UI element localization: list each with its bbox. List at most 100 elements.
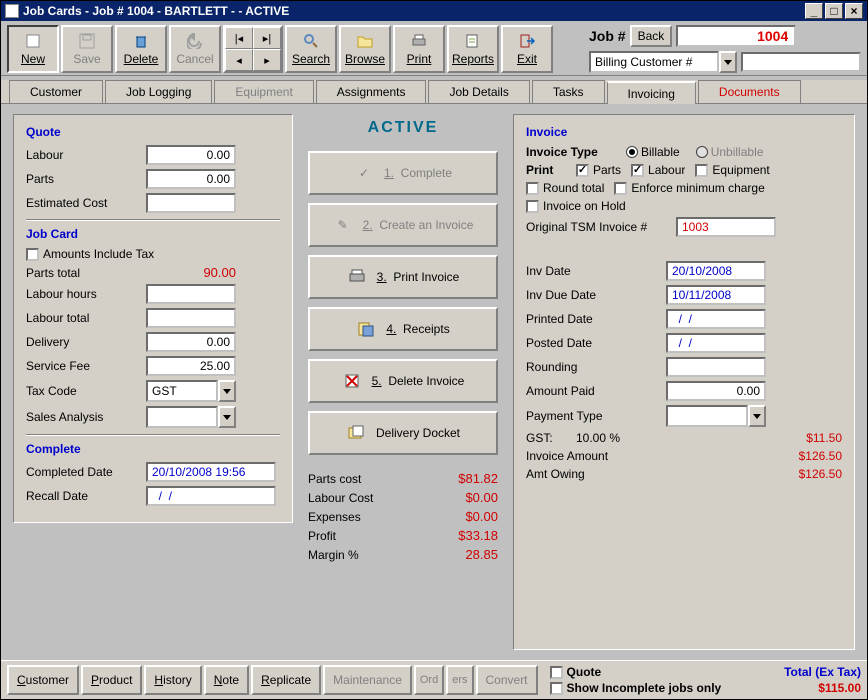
chevron-down-icon[interactable] [218, 380, 236, 402]
pencil-icon: ✎ [333, 215, 353, 235]
window-title: Job Cards - Job # 1004 - BARTLETT - - AC… [23, 4, 289, 18]
service-fee[interactable] [146, 356, 236, 376]
nav-first[interactable]: |◂ [225, 27, 253, 49]
printer-icon [410, 32, 428, 50]
delete-icon [342, 371, 362, 391]
content-area: Quote Labour Parts Estimated Cost Job Ca… [1, 104, 867, 660]
chevron-down-icon[interactable] [748, 405, 766, 427]
print-parts-checkbox[interactable]: ✓ [576, 164, 589, 177]
search-icon [302, 32, 320, 50]
recall-date[interactable] [146, 486, 276, 506]
round-total-checkbox[interactable] [526, 182, 539, 195]
bottom-convert[interactable]: Convert [476, 665, 538, 695]
tab-invoicing[interactable]: Invoicing [607, 81, 696, 104]
exit-icon [518, 32, 536, 50]
app-icon [5, 4, 19, 18]
tab-equipment[interactable]: Equipment [214, 80, 313, 103]
tab-job-logging[interactable]: Job Logging [105, 80, 212, 103]
nav-prev[interactable]: ◂ [225, 49, 253, 71]
mid-stats: Parts cost$81.82 Labour Cost$0.00 Expens… [308, 467, 498, 566]
browse-button[interactable]: Browse [339, 25, 391, 73]
delivery-docket-button[interactable]: Delivery Docket [308, 411, 498, 455]
bottom-incomplete-checkbox[interactable] [550, 682, 563, 695]
print-equipment-checkbox[interactable] [695, 164, 708, 177]
print-labour-checkbox[interactable]: ✓ [631, 164, 644, 177]
total-value: $115.00 [781, 681, 861, 695]
tab-documents[interactable]: Documents [698, 80, 801, 103]
reports-icon [464, 32, 482, 50]
save-button[interactable]: Save [61, 25, 113, 73]
print-icon [347, 267, 367, 287]
print-invoice-button[interactable]: 3. Print Invoice [308, 255, 498, 299]
left-panel: Quote Labour Parts Estimated Cost Job Ca… [13, 114, 293, 523]
complete-button[interactable]: ✓ 1. Complete [308, 151, 498, 195]
bottom-history[interactable]: History [144, 665, 201, 695]
amount-paid[interactable] [666, 381, 766, 401]
docket-icon [346, 423, 366, 443]
rounding-field[interactable] [666, 357, 766, 377]
job-number-field[interactable] [676, 25, 796, 47]
billable-radio[interactable] [626, 146, 638, 158]
inv-due-date[interactable] [666, 285, 766, 305]
complete-title: Complete [26, 442, 280, 456]
chevron-down-icon[interactable] [218, 406, 236, 428]
bottom-orders-b[interactable]: ers [446, 665, 473, 695]
jobnum-label: Job # [589, 28, 626, 44]
labour-hours[interactable] [146, 284, 236, 304]
amounts-include-tax-checkbox[interactable] [26, 248, 39, 261]
status-badge: ACTIVE [368, 119, 439, 137]
unbillable-radio[interactable] [696, 146, 708, 158]
save-icon [78, 32, 96, 50]
original-invoice-field[interactable] [676, 217, 776, 237]
quote-labour[interactable] [146, 145, 236, 165]
reports-button[interactable]: Reports [447, 25, 499, 73]
invoice-hold-checkbox[interactable] [526, 200, 539, 213]
invoice-title: Invoice [526, 125, 842, 139]
tax-code-combo[interactable] [146, 380, 236, 402]
bottom-maintenance[interactable]: Maintenance [323, 665, 412, 695]
enforce-min-checkbox[interactable] [614, 182, 627, 195]
bottom-customer[interactable]: Customer [7, 665, 79, 695]
chevron-down-icon[interactable] [719, 51, 737, 73]
exit-button[interactable]: Exit [501, 25, 553, 73]
bottom-orders-a[interactable]: Ord [414, 665, 444, 695]
inv-date[interactable] [666, 261, 766, 281]
nav-last[interactable]: ▸| [253, 27, 281, 49]
main-toolbar: New Save Delete Cancel |◂ ▸| ◂ ▸ Search … [1, 21, 867, 76]
new-button[interactable]: New [7, 25, 59, 73]
billing-filter-value[interactable] [741, 52, 861, 72]
cancel-button[interactable]: Cancel [169, 25, 221, 73]
create-invoice-button[interactable]: ✎ 2. Create an Invoice [308, 203, 498, 247]
delete-invoice-button[interactable]: 5. Delete Invoice [308, 359, 498, 403]
posted-date[interactable] [666, 333, 766, 353]
payment-type-combo[interactable] [666, 405, 766, 427]
sales-analysis-combo[interactable] [146, 406, 236, 428]
tab-customer[interactable]: Customer [9, 80, 103, 103]
delete-button[interactable]: Delete [115, 25, 167, 73]
tab-bar: Customer Job Logging Equipment Assignmen… [1, 80, 867, 104]
quote-estcost[interactable] [146, 193, 236, 213]
bottom-replicate[interactable]: Replicate [251, 665, 321, 695]
tab-assignments[interactable]: Assignments [316, 80, 427, 103]
close-button[interactable]: × [845, 3, 863, 19]
print-button[interactable]: Print [393, 25, 445, 73]
printed-date[interactable] [666, 309, 766, 329]
quote-parts[interactable] [146, 169, 236, 189]
tab-job-details[interactable]: Job Details [428, 80, 529, 103]
completed-date[interactable] [146, 462, 276, 482]
labour-total[interactable] [146, 308, 236, 328]
tab-tasks[interactable]: Tasks [532, 80, 605, 103]
trash-icon [132, 32, 150, 50]
back-button[interactable]: Back [630, 25, 673, 47]
nav-next[interactable]: ▸ [253, 49, 281, 71]
search-button[interactable]: Search [285, 25, 337, 73]
bottom-quote-checkbox[interactable] [550, 666, 563, 679]
bottom-product[interactable]: Product [81, 665, 142, 695]
bottom-note[interactable]: Note [204, 665, 249, 695]
minimize-button[interactable]: _ [805, 3, 823, 19]
delivery[interactable] [146, 332, 236, 352]
receipt-icon [356, 319, 376, 339]
billing-filter-combo[interactable] [589, 51, 737, 73]
maximize-button[interactable]: □ [825, 3, 843, 19]
receipts-button[interactable]: 4. Receipts [308, 307, 498, 351]
